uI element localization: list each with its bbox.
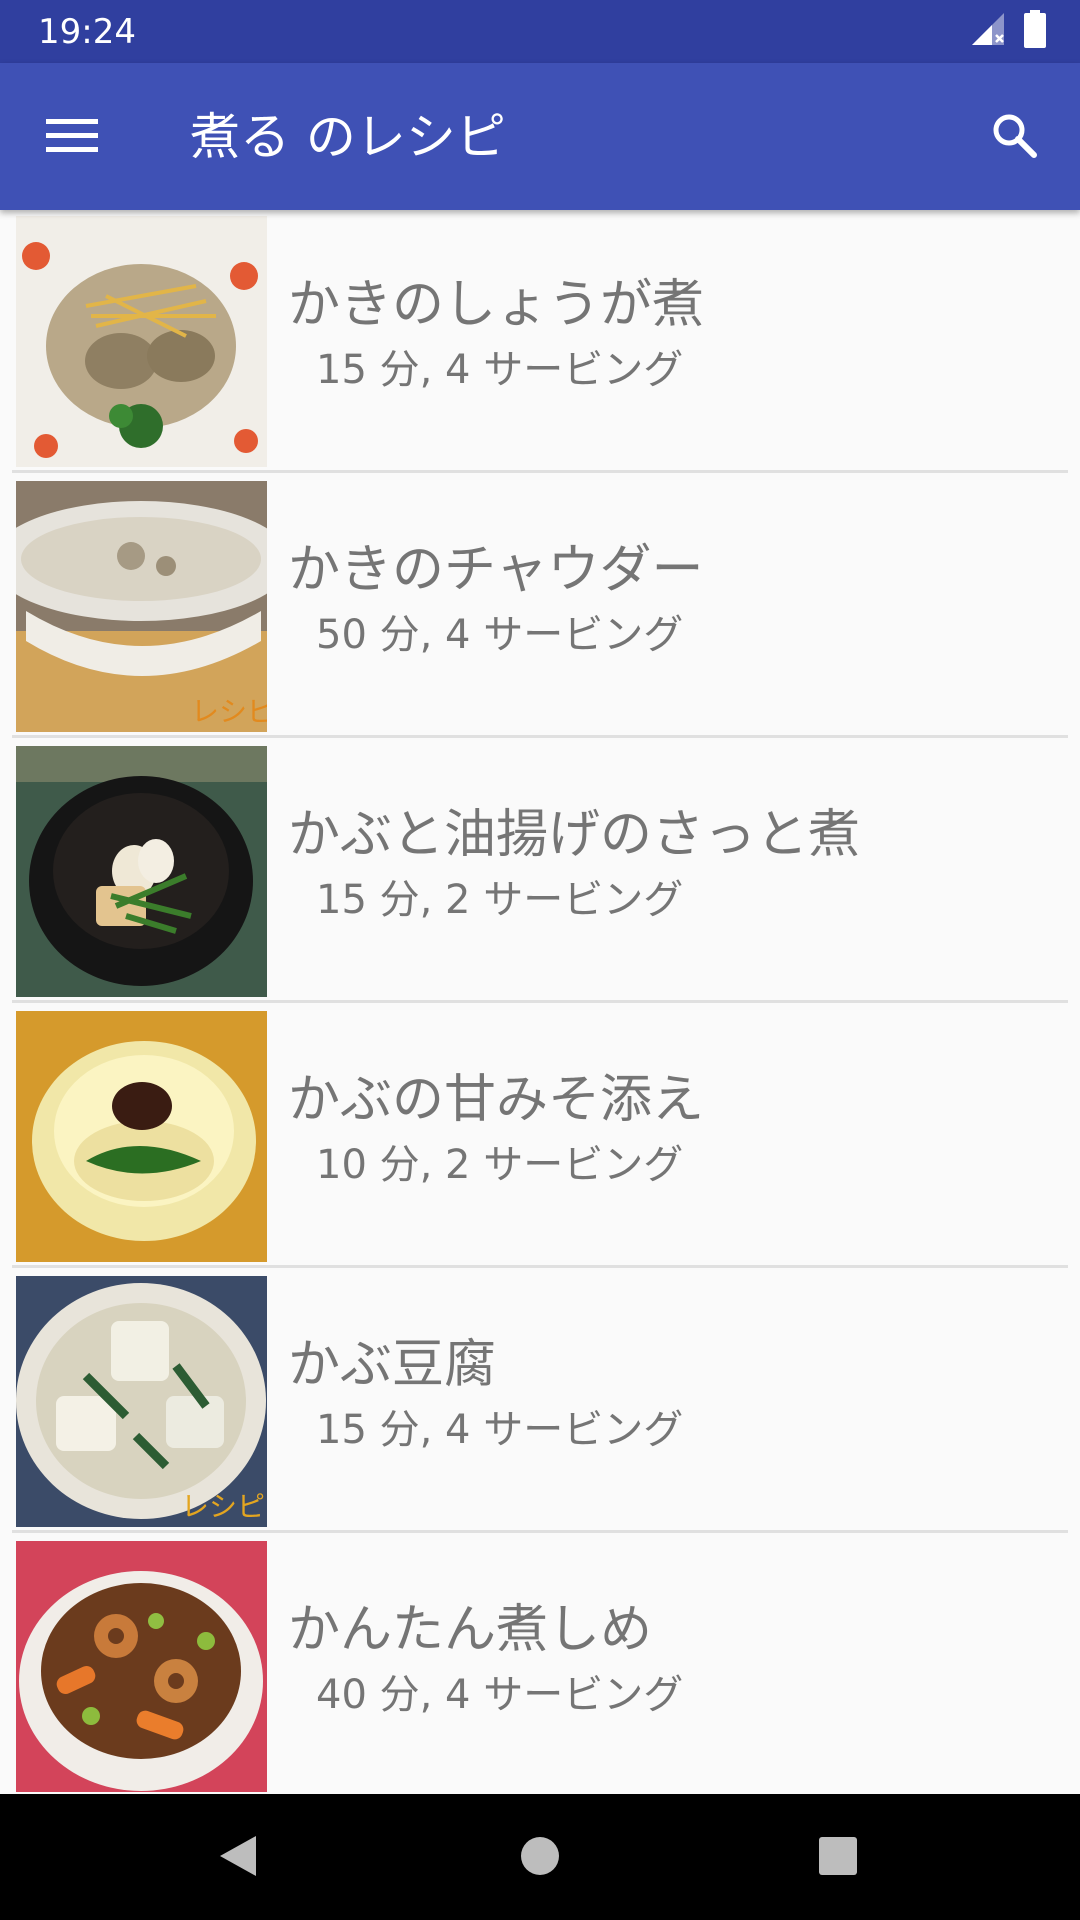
recipe-item[interactable]: かぶの甘みそ添え 10 分, 2 サービング — [12, 1005, 1068, 1268]
battery-full-icon — [1024, 10, 1046, 52]
recipe-item[interactable]: かきのしょうが煮 15 分, 4 サービング — [12, 210, 1068, 473]
recipe-meta: 40 分, 4 サービング — [316, 1672, 684, 1718]
recipe-name: かきのしょうが煮 — [288, 275, 705, 335]
back-triangle-icon — [216, 1832, 260, 1884]
recipe-thumbnail — [16, 746, 267, 997]
recipe-thumbnail: レシピ — [16, 1276, 267, 1527]
recipe-name: かんたん煮しめ — [288, 1600, 653, 1660]
recipe-item[interactable]: かぶと油揚げのさっと煮 15 分, 2 サービング — [12, 740, 1068, 1003]
recipe-item[interactable]: レシピ かきのチャウダー 50 分, 4 サービング — [12, 475, 1068, 738]
recents-square-icon — [818, 1836, 858, 1880]
svg-text:レシピ: レシピ — [181, 1490, 265, 1523]
signal-no-data-icon — [970, 11, 1006, 51]
recipe-thumbnail — [16, 1011, 267, 1262]
recipe-name: かぶの甘みそ添え — [288, 1070, 705, 1130]
status-icons — [970, 10, 1046, 52]
status-bar: 19:24 — [0, 0, 1080, 63]
recipe-item[interactable]: レシピ かぶ豆腐 15 分, 4 サービング — [12, 1270, 1068, 1533]
page-title: 煮る のレシピ — [190, 108, 506, 166]
list-divider — [12, 1000, 1068, 1003]
recipe-meta: 15 分, 4 サービング — [316, 347, 684, 393]
list-divider — [12, 1265, 1068, 1268]
hamburger-menu-icon — [46, 115, 98, 159]
recipe-item[interactable]: かんたん煮しめ 40 分, 4 サービング — [12, 1535, 1068, 1794]
search-icon — [990, 111, 1038, 163]
recipe-name: かぶと油揚げのさっと煮 — [288, 805, 861, 865]
recipe-thumbnail — [16, 1541, 267, 1792]
back-button[interactable] — [198, 1818, 278, 1898]
recipe-name: かぶ豆腐 — [288, 1335, 497, 1395]
recipe-meta: 15 分, 4 サービング — [316, 1407, 684, 1453]
recipe-meta: 15 分, 2 サービング — [316, 877, 684, 923]
navigation-bar — [0, 1794, 1080, 1920]
recipe-name: かきのチャウダー — [288, 540, 704, 600]
recents-button[interactable] — [798, 1818, 878, 1898]
recipe-thumbnail: レシピ — [16, 481, 267, 732]
recipe-meta: 50 分, 4 サービング — [316, 612, 684, 658]
status-time: 19:24 — [38, 12, 136, 52]
list-divider — [12, 1530, 1068, 1533]
app-bar: 煮る のレシピ — [0, 63, 1080, 210]
search-button[interactable] — [978, 105, 1050, 169]
recipe-thumbnail — [16, 216, 267, 467]
svg-text:レシピ: レシピ — [191, 695, 267, 728]
list-divider — [12, 470, 1068, 473]
home-button[interactable] — [500, 1818, 580, 1898]
home-circle-icon — [520, 1836, 560, 1880]
menu-button[interactable] — [36, 105, 108, 169]
recipe-meta: 10 分, 2 サービング — [316, 1142, 684, 1188]
recipe-list: かきのしょうが煮 15 分, 4 サービング レシピ かきのチャウダー 50 分… — [0, 210, 1080, 1794]
list-divider — [12, 735, 1068, 738]
